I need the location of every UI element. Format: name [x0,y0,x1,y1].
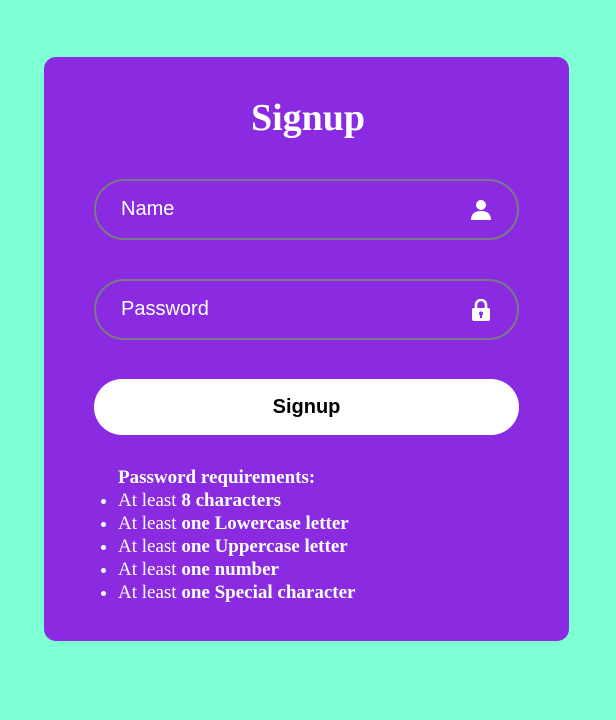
requirements-list: At least 8 characters At least one Lower… [44,489,564,604]
requirement-prefix: At least [118,559,182,580]
requirement-prefix: At least [118,582,182,603]
requirements-heading: Password requirements: [118,467,316,488]
requirement-prefix: At least [118,536,182,557]
requirement-item: At least one Lowercase letter [118,512,564,535]
requirement-item: At least one number [118,558,564,581]
name-input[interactable] [96,181,517,238]
user-icon [470,199,492,221]
password-field-wrapper [94,279,519,340]
password-requirements: Password requirements: At least 8 charac… [44,466,564,604]
requirement-emphasis: 8 characters [181,490,282,511]
requirement-prefix: At least [118,513,182,534]
requirement-prefix: At least [118,490,182,511]
requirement-emphasis: one Special character [181,582,356,603]
requirement-emphasis: one Lowercase letter [181,513,349,534]
requirement-item: At least 8 characters [118,489,564,512]
password-input[interactable] [96,281,517,338]
requirement-emphasis: one Uppercase letter [181,536,348,557]
requirement-item: At least one Uppercase letter [118,535,564,558]
requirement-emphasis: one number [181,559,279,580]
name-field-wrapper [94,179,519,240]
requirement-item: At least one Special character [118,581,564,604]
signup-button[interactable]: Signup [94,379,519,435]
page-title: Signup [250,97,366,139]
lock-icon [470,298,492,321]
